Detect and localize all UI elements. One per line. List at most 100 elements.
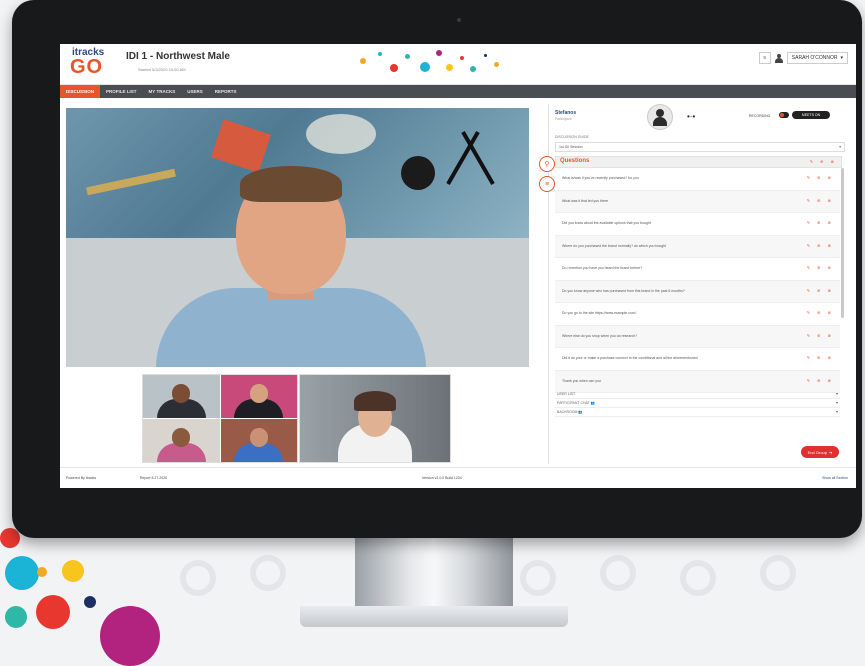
main-video-feed[interactable]: [66, 108, 529, 367]
participant-tile[interactable]: [220, 375, 297, 418]
footer-powered-by: Powered By itracks: [66, 476, 96, 480]
language-button[interactable]: ≡: [758, 52, 771, 64]
arrow-right-icon: ➜: [829, 449, 833, 455]
discussion-panel: Stefanos Participant •·• RECORDING MEETS…: [539, 104, 851, 464]
question-actions[interactable]: ✎ ⊕ ⊗: [807, 220, 834, 225]
moderator-video[interactable]: [299, 374, 451, 463]
guide-label: DISCUSSION GUIDE: [555, 135, 589, 139]
question-actions[interactable]: ✎ ⊕ ⊗: [807, 310, 834, 315]
questions-list: What is/was it you've recently purchased…: [555, 168, 840, 393]
nav-reports[interactable]: REPORTS: [209, 85, 243, 98]
list-item[interactable]: Do you know anyone who has purchased fro…: [555, 280, 840, 303]
question-text: Where else do you shop when you do resea…: [562, 333, 638, 338]
recording-label: RECORDING: [749, 114, 771, 118]
question-actions[interactable]: ✎ ⊕ ⊗: [807, 355, 834, 360]
session-subtitle: Started 5/3/2020 10:50 AM: [138, 67, 186, 72]
guide-value: 1st IDI Session: [559, 145, 583, 149]
monitor-stand: [355, 538, 513, 610]
participant-tile[interactable]: [220, 419, 297, 462]
question-text: Do you go to the site https://www.exampl…: [562, 311, 637, 315]
decorative-dot: [5, 556, 39, 590]
list-item[interactable]: Did it do your or make a purchase connec…: [555, 348, 840, 371]
participant-status: Participant: [555, 117, 572, 121]
audio-icon[interactable]: •·•: [687, 112, 695, 121]
chevron-down-icon: ▾: [835, 400, 838, 405]
backroom-label: BACKROOM: [557, 410, 578, 414]
footer-version: Version v2.0.0 Build 1234: [422, 476, 462, 480]
backroom-row[interactable]: BACKROOM 👥 ▾: [555, 408, 840, 417]
nav-profile-list[interactable]: PROFILE LIST: [100, 85, 143, 98]
webcam-dot: [457, 18, 461, 22]
user-icon: [774, 53, 783, 63]
questions-header-actions[interactable]: ✎ ⊕ ⊗: [810, 159, 837, 164]
chevron-down-icon: ▾: [839, 145, 841, 149]
end-group-button[interactable]: End Group ➜: [801, 446, 839, 458]
participant-chat-row[interactable]: PARTICIPANT CHAT 👥 ▾: [555, 399, 840, 408]
question-text: Did it do your or make a purchase connec…: [562, 356, 698, 360]
user-list-label: USER LIST: [557, 392, 576, 396]
app-header: itracks GO IDI 1 - Northwest Male Starte…: [60, 44, 856, 85]
end-group-label: End Group: [807, 449, 827, 455]
question-text: Do I mention you have you heard the bran…: [562, 266, 643, 270]
chat-users-icon: 👥: [590, 401, 596, 405]
question-actions[interactable]: ✎ ⊕ ⊗: [807, 378, 834, 383]
question-text: What was it that led you there: [562, 198, 609, 203]
question-actions[interactable]: ✎ ⊕ ⊗: [807, 198, 834, 203]
nav-discussion[interactable]: DISCUSSION: [60, 85, 101, 98]
panel-sections: USER LIST ▾ PARTICIPANT CHAT 👥 ▾ BACKROOM …: [555, 390, 840, 417]
app-footer: Powered By itracks Report 5.27.2020 Vers…: [60, 467, 856, 488]
question-actions[interactable]: ✎ ⊕ ⊗: [807, 288, 834, 293]
list-item[interactable]: What was it that led you there ✎ ⊕ ⊗: [555, 190, 840, 213]
chevron-down-icon: ▾: [835, 409, 838, 414]
decorative-dot: [5, 606, 27, 628]
participant-chat-label: PARTICIPANT CHAT: [557, 401, 590, 405]
participant-tile[interactable]: [143, 419, 220, 462]
list-item[interactable]: Did you know about the available options…: [555, 213, 840, 236]
question-text: What is/was it you've recently purchased…: [562, 176, 639, 180]
list-item[interactable]: Where do you purchased the brand normall…: [555, 235, 840, 258]
question-text: Thank you when can you: [562, 378, 601, 383]
notes-tab-icon[interactable]: ≡: [539, 176, 555, 192]
list-item[interactable]: What is/was it you've recently purchased…: [555, 168, 840, 191]
app-screen: itracks GO IDI 1 - Northwest Male Starte…: [60, 44, 856, 488]
user-list-row[interactable]: USER LIST ▾: [555, 390, 840, 399]
footer-link[interactable]: Show all Section: [822, 476, 848, 480]
user-name: SARAH O'CONNOR: [791, 55, 838, 61]
question-actions[interactable]: ✎ ⊕ ⊗: [807, 333, 834, 338]
question-text: Where do you purchased the brand normall…: [562, 243, 667, 248]
nav-users[interactable]: USERS: [181, 85, 209, 98]
participant-thumbnails[interactable]: [142, 374, 298, 463]
list-item[interactable]: Do I mention you have you heard the bran…: [555, 258, 840, 281]
question-actions[interactable]: ✎ ⊕ ⊗: [807, 175, 834, 180]
participant-video: [156, 166, 426, 367]
guide-select[interactable]: 1st IDI Session ▾: [555, 142, 845, 152]
decorative-dot: [36, 595, 70, 629]
participant-name: Stefanos: [555, 110, 577, 116]
avatar: [647, 104, 673, 130]
monitor-base: [300, 606, 568, 627]
recording-button[interactable]: MEETS ON: [792, 111, 830, 119]
questions-header: Questions ✎ ⊕ ⊗: [555, 156, 842, 168]
chevron-down-icon: ▾: [835, 391, 838, 396]
backroom-users-icon: 👥: [578, 410, 583, 414]
question-actions[interactable]: ✎ ⊕ ⊗: [807, 265, 834, 270]
nav-my-tracks[interactable]: MY TRACKS: [143, 85, 182, 98]
participant-tile[interactable]: [143, 375, 220, 418]
recording-toggle[interactable]: [779, 112, 789, 118]
monitor-frame: itracks GO IDI 1 - Northwest Male Starte…: [12, 0, 862, 538]
questions-title: Questions: [560, 158, 590, 164]
question-actions[interactable]: ✎ ⊕ ⊗: [807, 243, 834, 248]
question-text: Did you know about the available options…: [562, 221, 651, 225]
chevron-down-icon: ▾: [840, 55, 843, 61]
list-item[interactable]: Where else do you shop when you do resea…: [555, 325, 840, 348]
main-nav: DISCUSSION PROFILE LIST MY TRACKS USERS …: [60, 85, 856, 98]
user-menu-button[interactable]: SARAH O'CONNOR ▾: [786, 52, 848, 64]
questions-scrollbar[interactable]: [841, 168, 844, 318]
decorative-dot: [37, 567, 47, 577]
footer-report: Report 5.27.2020: [140, 476, 168, 480]
question-text: Do you know anyone who has purchased fro…: [562, 288, 685, 293]
decorative-dot: [84, 596, 96, 608]
user-area: ≡ SARAH O'CONNOR ▾: [758, 52, 848, 64]
questions-tab-icon[interactable]: ⚲: [539, 156, 555, 172]
list-item[interactable]: Do you go to the site https://www.exampl…: [555, 303, 840, 326]
